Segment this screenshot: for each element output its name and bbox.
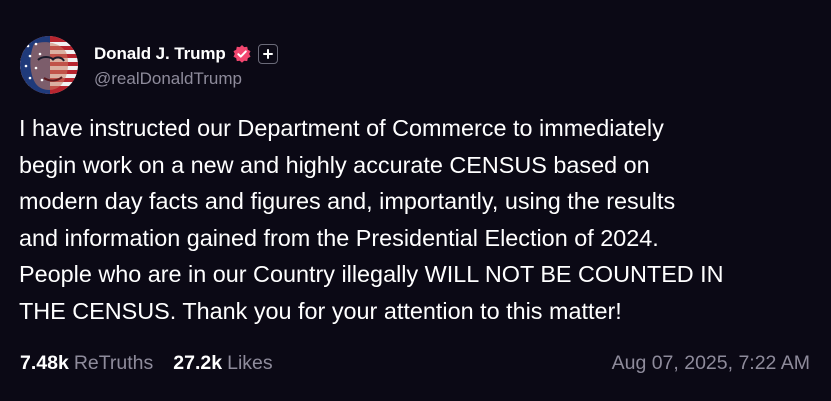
post-header: Donald J. Trump @realDonaldTrump [20,36,278,94]
post-footer: 7.48k ReTruths 27.2k Likes Aug 07, 2025,… [20,352,810,375]
post-body-line: and information gained from the Presiden… [19,224,659,251]
avatar[interactable] [20,36,78,94]
post-timestamp[interactable]: Aug 07, 2025, 7:22 AM [612,352,810,375]
retruths-label: ReTruths [73,352,154,374]
post-body: I have instructed our Department of Comm… [19,110,819,330]
retruths-count: 7.48k [20,352,69,374]
post-body-line: modern day facts and figures and, import… [19,188,676,215]
likes-count: 27.2k [173,352,223,374]
post-body-line: begin work on a new and highly accurate … [19,151,650,178]
author-identity: Donald J. Trump @realDonaldTrump [94,41,278,89]
verified-badge-icon [232,44,252,64]
likes-stat[interactable]: 27.2k Likes [173,352,272,375]
post-body-line: THE CENSUS. Thank you for your attention… [19,297,622,324]
post-body-line: People who are in our Country illegally … [19,261,724,288]
name-row: Donald J. Trump [94,41,278,67]
likes-label: Likes [227,352,273,374]
author-display-name[interactable]: Donald J. Trump [94,44,226,64]
author-handle[interactable]: @realDonaldTrump [94,69,278,89]
post-body-line: I have instructed our Department of Comm… [19,115,664,141]
truth-post: Donald J. Trump @realDonaldTrump I have … [0,0,831,401]
avatar-image [20,36,78,94]
follow-button[interactable] [257,44,278,64]
retruths-stat[interactable]: 7.48k ReTruths [20,352,153,375]
plus-icon [262,49,273,59]
